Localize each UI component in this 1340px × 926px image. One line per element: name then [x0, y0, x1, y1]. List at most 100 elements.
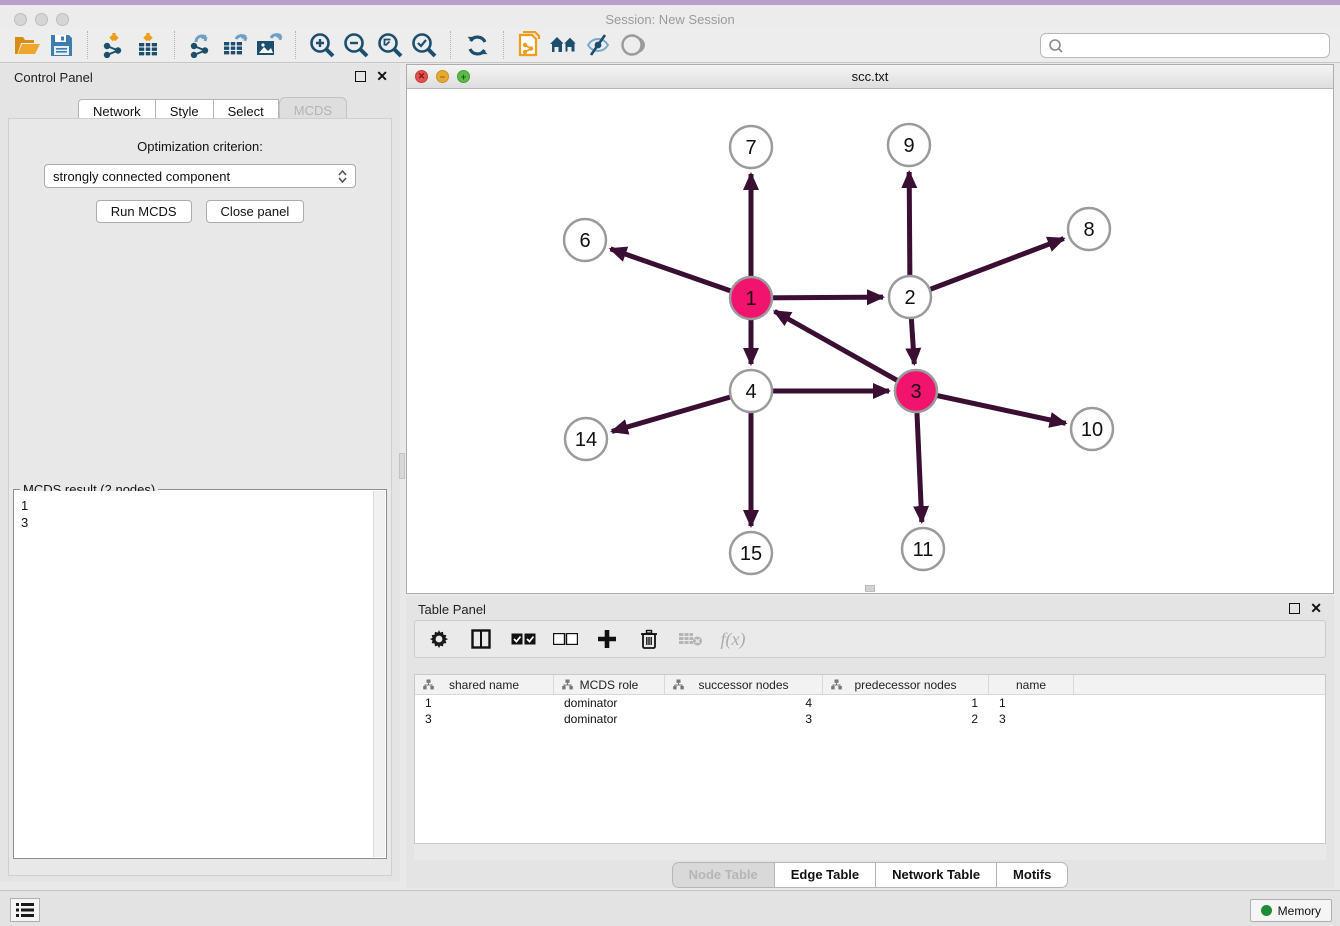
zoom-selected-icon[interactable]	[407, 30, 441, 60]
table-row[interactable]: 3 dominator 3 2 3	[415, 711, 1325, 727]
home-icon[interactable]	[547, 30, 581, 60]
cell-predecessor-nodes[interactable]: 1	[823, 695, 989, 711]
export-table-icon[interactable]	[218, 30, 252, 60]
mcds-panel: Optimization criterion: strongly connect…	[8, 118, 392, 876]
import-table-icon[interactable]	[131, 30, 165, 60]
hide-eye-icon[interactable]	[581, 30, 615, 60]
zoom-fit-icon[interactable]	[373, 30, 407, 60]
zoom-in-icon[interactable]	[305, 30, 339, 60]
network-window-titlebar[interactable]: ✕ − + scc.txt	[407, 65, 1333, 89]
show-eye-icon[interactable]	[615, 30, 649, 60]
float-table-panel-icon[interactable]	[1289, 603, 1300, 614]
cell-shared-name[interactable]: 3	[415, 711, 554, 727]
table-header: shared name MCDS role successor nodes pr…	[415, 675, 1325, 695]
control-panel: Control Panel ✕ Network Style Select MCD…	[0, 64, 400, 882]
graph-node-label: 7	[745, 137, 756, 159]
save-session-icon[interactable]	[44, 30, 78, 60]
list-icon	[16, 903, 34, 917]
close-table-panel-icon[interactable]: ✕	[1310, 603, 1322, 614]
memory-status-dot	[1261, 905, 1272, 916]
toolbar-separator	[87, 31, 88, 59]
cell-predecessor-nodes[interactable]: 2	[823, 711, 989, 727]
cell-successor-nodes[interactable]: 4	[665, 695, 823, 711]
cell-name[interactable]: 1	[989, 695, 1074, 711]
column-header-shared-name[interactable]: shared name	[415, 675, 554, 694]
edge-1-6[interactable]	[610, 249, 751, 298]
cell-mcds-role[interactable]: dominator	[554, 711, 665, 727]
tab-edge-table[interactable]: Edge Table	[775, 863, 876, 887]
refresh-icon[interactable]	[460, 30, 494, 60]
toolbar-separator	[503, 31, 504, 59]
graph-node-label: 4	[745, 381, 756, 403]
tree-icon	[423, 679, 434, 690]
function-builder-icon: f(x)	[719, 625, 747, 653]
split-view-icon[interactable]	[467, 625, 495, 653]
column-header-successor-nodes[interactable]: successor nodes	[665, 675, 823, 694]
panel-splitter-handle[interactable]	[399, 453, 405, 479]
export-image-icon[interactable]	[252, 30, 286, 60]
graph-node-label: 2	[904, 287, 915, 309]
network-view-window: ✕ − + scc.txt 7968124314101511	[406, 64, 1334, 594]
select-all-icon[interactable]	[509, 625, 537, 653]
result-scrollbar[interactable]	[373, 491, 385, 857]
node-table: shared name MCDS role successor nodes pr…	[414, 674, 1326, 844]
mcds-result-node: 3	[21, 514, 367, 531]
tab-motifs[interactable]: Motifs	[997, 863, 1067, 887]
canvas-hscrollbar-thumb[interactable]	[865, 585, 875, 592]
column-header-predecessor-nodes[interactable]: predecessor nodes	[823, 675, 989, 694]
table-toolbar: f(x)	[414, 620, 1326, 658]
app-title: Session: New Session	[0, 12, 1340, 27]
control-panel-title: Control Panel	[14, 70, 93, 85]
tree-icon	[562, 679, 573, 690]
run-mcds-button[interactable]: Run MCDS	[96, 200, 192, 223]
search-input[interactable]	[1065, 36, 1329, 56]
cell-shared-name[interactable]: 1	[415, 695, 554, 711]
graph-node-label: 14	[575, 429, 597, 451]
task-history-button[interactable]	[10, 898, 40, 922]
graph-node-label: 1	[745, 288, 756, 310]
cell-successor-nodes[interactable]: 3	[665, 711, 823, 727]
cell-empty	[1074, 695, 1325, 711]
graph-node-label: 10	[1081, 419, 1103, 441]
network-canvas[interactable]: 7968124314101511	[407, 89, 1333, 593]
table-panel-title: Table Panel	[418, 602, 486, 617]
deselect-all-icon[interactable]	[551, 625, 579, 653]
mcds-result-box: MCDS result (2 nodes) 1 3	[13, 489, 387, 859]
zoom-out-icon[interactable]	[339, 30, 373, 60]
open-file-icon[interactable]	[10, 30, 44, 60]
close-panel-button[interactable]: Close panel	[206, 200, 305, 223]
delete-table-icon	[677, 625, 705, 653]
network-window-title: scc.txt	[407, 69, 1333, 84]
search-box[interactable]	[1040, 33, 1330, 58]
add-row-icon[interactable]	[593, 625, 621, 653]
table-settings-icon[interactable]	[425, 625, 453, 653]
cell-name[interactable]: 3	[989, 711, 1074, 727]
toolbar-separator	[174, 31, 175, 59]
table-row[interactable]: 1 dominator 4 1 1	[415, 695, 1325, 711]
edge-3-1[interactable]	[775, 311, 916, 391]
column-header-name[interactable]: name	[989, 675, 1074, 694]
tab-network-table[interactable]: Network Table	[876, 863, 997, 887]
edge-3-10[interactable]	[916, 391, 1066, 423]
network-graph[interactable]: 7968124314101511	[407, 89, 1333, 593]
memory-button[interactable]: Memory	[1250, 899, 1332, 922]
status-bar: Memory	[0, 890, 1340, 926]
import-network-icon[interactable]	[97, 30, 131, 60]
main-toolbar	[0, 28, 1340, 63]
edge-2-8[interactable]	[910, 239, 1064, 297]
column-header-mcds-role[interactable]: MCDS role	[554, 675, 665, 694]
tab-node-table[interactable]: Node Table	[673, 863, 775, 887]
table-tabs: Node Table Edge Table Network Table Moti…	[406, 862, 1334, 888]
export-network-icon[interactable]	[184, 30, 218, 60]
delete-row-icon[interactable]	[635, 625, 663, 653]
graph-node-label: 8	[1083, 219, 1094, 241]
cell-mcds-role[interactable]: dominator	[554, 695, 665, 711]
float-panel-icon[interactable]	[355, 71, 366, 82]
table-hscrollbar[interactable]	[414, 844, 1326, 860]
mcds-result-node: 1	[21, 497, 367, 514]
toolbar-separator	[295, 31, 296, 59]
clone-network-icon[interactable]	[513, 30, 547, 60]
graph-node-label: 6	[579, 230, 590, 252]
close-panel-icon[interactable]: ✕	[376, 71, 388, 82]
optimization-criterion-select[interactable]: strongly connected component	[44, 164, 356, 188]
